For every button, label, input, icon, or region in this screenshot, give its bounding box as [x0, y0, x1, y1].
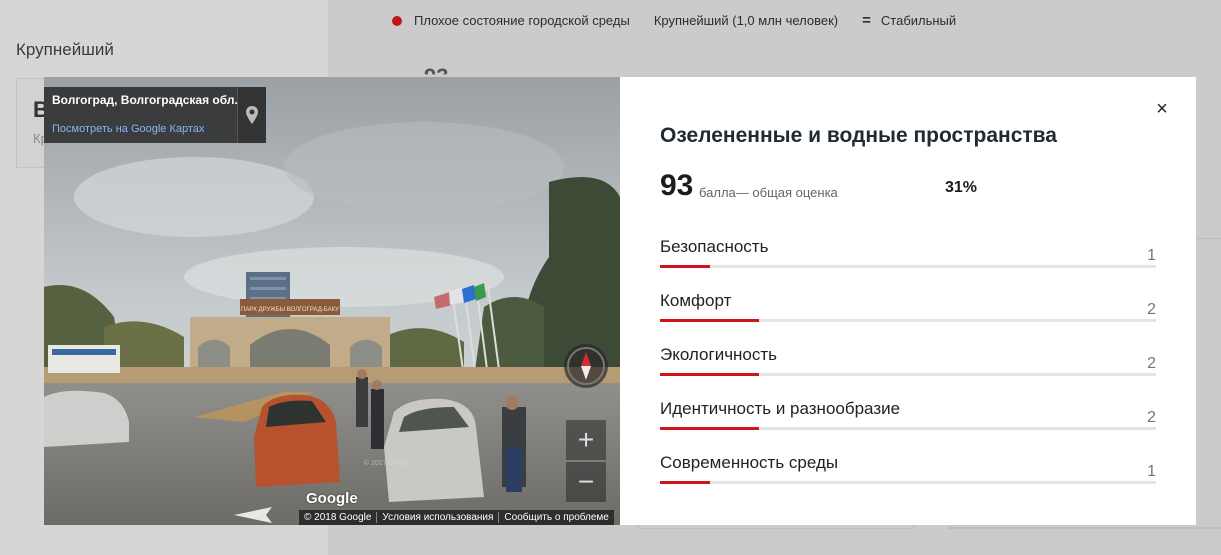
close-button[interactable]: ×: [1150, 97, 1174, 121]
criterion-row: Безопасность 1: [660, 237, 1156, 291]
category-details-panel: × Озелененные и водные пространства 93 б…: [620, 77, 1196, 525]
criterion-value: 1: [1147, 247, 1156, 264]
legend-label: Крупнейший (1,0 млн человек): [653, 13, 839, 28]
legend-item: Крупнейший (1,0 млн человек): [654, 13, 838, 28]
legend: Плохое состояние городской среды Крупней…: [392, 13, 980, 28]
criterion-bar-fill: [660, 373, 760, 376]
criterion-bar-track: [660, 265, 1156, 268]
compass-control[interactable]: [564, 344, 608, 388]
criteria-list: Безопасность 1 Комфорт 2 Экологичность 2…: [660, 237, 1156, 507]
score-summary: 93 балла— общая оценка 31%: [660, 169, 1160, 203]
criterion-value: 1: [1147, 463, 1156, 480]
navigation-arrow-icon[interactable]: [232, 505, 292, 525]
criterion-bar-fill: [660, 319, 760, 322]
criterion-label: Экологичность: [660, 345, 778, 364]
map-pin-button[interactable]: [237, 87, 266, 143]
legend-item: = Стабильный: [862, 13, 956, 28]
criterion-value: 2: [1147, 301, 1156, 318]
criterion-label: Комфорт: [660, 291, 732, 310]
google-maps-link[interactable]: Посмотреть на Google Картах: [52, 123, 258, 135]
street-view-image: ПАРК ДРУЖБЫ ВОЛГОГРАД-БАКУ © 2017 Google: [44, 77, 620, 525]
location-name: Волгоград, Волгоградская обл.: [52, 93, 238, 107]
criterion-row: Комфорт 2: [660, 291, 1156, 345]
score-percent: 31%: [945, 179, 978, 196]
criterion-value: 2: [1147, 409, 1156, 426]
equals-icon: =: [862, 12, 871, 29]
arch-sign: ПАРК ДРУЖБЫ ВОЛГОГРАД-БАКУ: [241, 307, 339, 313]
location-info-box: Волгоград, Волгоградская обл. Посмотреть…: [44, 87, 266, 143]
criterion-bar-track: [660, 481, 1156, 484]
criterion-bar-track: [660, 427, 1156, 430]
legend-label: Стабильный: [880, 13, 957, 28]
terms-link[interactable]: Условия использования: [377, 512, 500, 523]
legend-label: Плохое состояние городской среды: [414, 13, 630, 28]
report-problem-link[interactable]: Сообщить о проблеме: [499, 512, 613, 523]
zoom-in-button[interactable]: +: [566, 420, 606, 460]
red-dot-icon: [392, 15, 402, 26]
watermark: © 2017 Google: [364, 459, 411, 467]
section-title: Крупнейший: [16, 40, 114, 59]
criterion-row: Идентичность и разнообразие 2: [660, 399, 1156, 453]
attribution-bar: © 2018 Google Условия использования Сооб…: [299, 510, 614, 525]
criterion-bar-track: [660, 373, 1156, 376]
criterion-bar-fill: [660, 427, 760, 430]
criterion-value: 2: [1147, 355, 1156, 372]
criterion-label: Современность среды: [660, 453, 839, 472]
zoom-out-button[interactable]: −: [566, 462, 606, 502]
criterion-label: Идентичность и разнообразие: [660, 399, 901, 418]
score-caption: балла— общая оценка: [699, 185, 838, 200]
google-logo: Google: [306, 490, 358, 507]
legend-item: Плохое состояние городской среды: [392, 13, 630, 28]
criterion-bar-track: [660, 319, 1156, 322]
compass-icon: [567, 347, 605, 385]
score-value: 93: [660, 169, 694, 202]
criterion-row: Современность среды 1: [660, 453, 1156, 507]
panel-title: Озелененные и водные пространства: [660, 124, 1057, 147]
copyright-text: © 2018 Google: [299, 512, 378, 523]
criterion-row: Экологичность 2: [660, 345, 1156, 399]
street-view-panorama[interactable]: ПАРК ДРУЖБЫ ВОЛГОГРАД-БАКУ © 2017 Google…: [44, 77, 620, 525]
map-pin-icon: [246, 106, 258, 124]
criterion-bar-fill: [660, 265, 710, 268]
criterion-label: Безопасность: [660, 237, 769, 256]
criterion-bar-fill: [660, 481, 710, 484]
